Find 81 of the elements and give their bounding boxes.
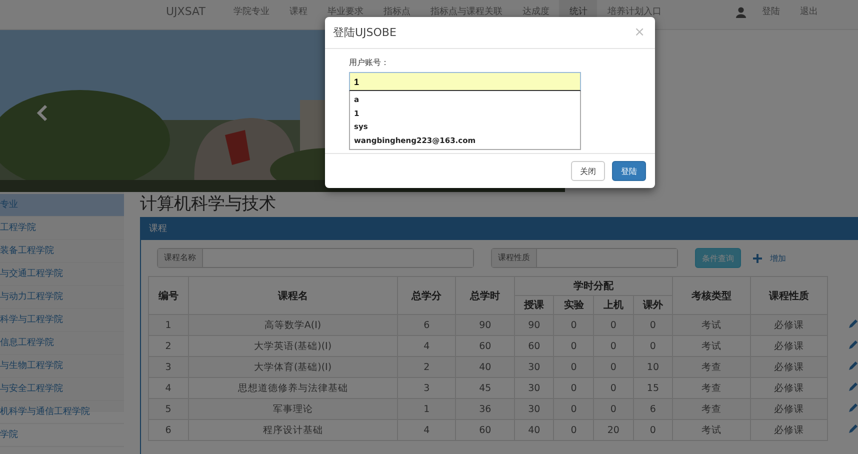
table-cell: 4 [397, 420, 456, 440]
table-cell: 20 [594, 420, 634, 440]
nav-link[interactable]: 课程 [279, 0, 318, 29]
column-header: 课程名 [188, 276, 398, 314]
table-cell: 5 [148, 398, 188, 420]
sidebar-item[interactable]: 科学与工程学院 [0, 309, 124, 332]
sidebar-item[interactable]: 与安全工程学院 [0, 378, 124, 401]
sidebar-item[interactable]: 专业 [0, 194, 124, 217]
table-cell: 考查 [672, 398, 750, 420]
sidebar-item[interactable]: 与交通工程学院 [0, 263, 124, 286]
sidebar-item[interactable]: 与生物工程学院 [0, 355, 124, 378]
table-cell: 0 [554, 398, 594, 420]
nav-link[interactable]: 退出 [790, 0, 828, 29]
table-cell: 程序设计基础 [188, 420, 398, 440]
sidebar-item[interactable]: 工程学院 [0, 217, 124, 240]
table-cell: 30 [514, 398, 554, 420]
sidebar-item[interactable]: 装备工程学院 [0, 240, 124, 263]
brand-link[interactable]: UJXSAT [166, 0, 206, 29]
pencil-icon[interactable] [848, 360, 858, 370]
table-cell: 10 [633, 356, 673, 378]
table-cell: 60 [456, 420, 514, 440]
table-cell: 90 [456, 314, 514, 336]
close-button[interactable]: × [634, 25, 645, 40]
pencil-icon[interactable] [848, 318, 858, 328]
table-cell: 考查 [672, 356, 750, 378]
table-cell: 3 [148, 356, 188, 378]
add-link[interactable]: 增加 [770, 252, 786, 264]
table-cell: 90 [514, 314, 554, 336]
field-label: 用户账号： [349, 57, 390, 68]
nav-link[interactable]: 登陆 [752, 0, 790, 29]
plus-icon[interactable] [753, 254, 762, 262]
sidebar-item[interactable]: 信息工程学院 [0, 332, 124, 355]
user-icon [736, 7, 746, 18]
sidebar-item[interactable]: 学院 [0, 424, 124, 447]
account-field[interactable]: 1 [349, 72, 581, 91]
search-button[interactable]: 条件查询 [695, 248, 741, 268]
pencil-icon[interactable] [848, 382, 858, 392]
table-cell: 大学体育(基础)(I) [188, 356, 398, 378]
table-cell: 6 [148, 420, 188, 440]
table-cell: 1 [397, 398, 456, 420]
pencil-icon[interactable] [848, 340, 858, 350]
table-cell: 必修课 [750, 398, 828, 420]
table-cell: 考试 [672, 420, 750, 440]
table-cell: 0 [554, 356, 594, 378]
table-cell: 30 [514, 356, 554, 378]
table-cell: 0 [594, 356, 634, 378]
filter-field[interactable]: 课程名称 [157, 248, 474, 268]
column-header: 编号 [148, 276, 188, 314]
table-cell: 0 [554, 314, 594, 336]
panel-title: 课程 [141, 218, 858, 240]
filter-field[interactable]: 课程性质 [491, 248, 678, 268]
close-dialog-button[interactable]: 关闭 [571, 161, 605, 181]
table-cell: 36 [456, 398, 514, 420]
table-cell: 必修课 [750, 420, 828, 440]
table-cell: 0 [554, 420, 594, 440]
table-cell: 高等数学A(I) [188, 314, 398, 336]
table-cell: 6 [397, 314, 456, 336]
login-button[interactable]: 登陆 [612, 161, 646, 181]
table-cell: 40 [456, 356, 514, 378]
table-cell: 必修课 [750, 356, 828, 378]
column-group-header: 学时分配 [514, 276, 673, 296]
table-cell: 0 [594, 398, 634, 420]
table-cell: 1 [148, 314, 188, 336]
table-cell: 0 [633, 420, 673, 440]
nav-link[interactable]: 学院专业 [223, 0, 280, 29]
table-cell: 6 [633, 398, 673, 420]
table-cell: 0 [594, 314, 634, 336]
chevron-left-icon[interactable] [36, 104, 48, 122]
page-title: 计算机科学与技术 [140, 193, 277, 216]
pencil-icon[interactable] [848, 402, 858, 412]
table-cell: 军事理论 [188, 398, 398, 420]
table-cell: 2 [397, 356, 456, 378]
table-cell: 必修课 [750, 314, 828, 336]
table-cell: 40 [514, 420, 554, 440]
column-header: 考核类型 [672, 276, 750, 314]
sidebar-item[interactable]: 与动力工程学院 [0, 286, 124, 309]
dialog-title: 登陆UJSOBE [333, 25, 396, 40]
pencil-icon[interactable] [848, 424, 858, 434]
sidebar-item[interactable]: 机科学与通信工程学院 [0, 401, 124, 424]
table-cell: 0 [633, 314, 673, 336]
table-cell: 考试 [672, 314, 750, 336]
